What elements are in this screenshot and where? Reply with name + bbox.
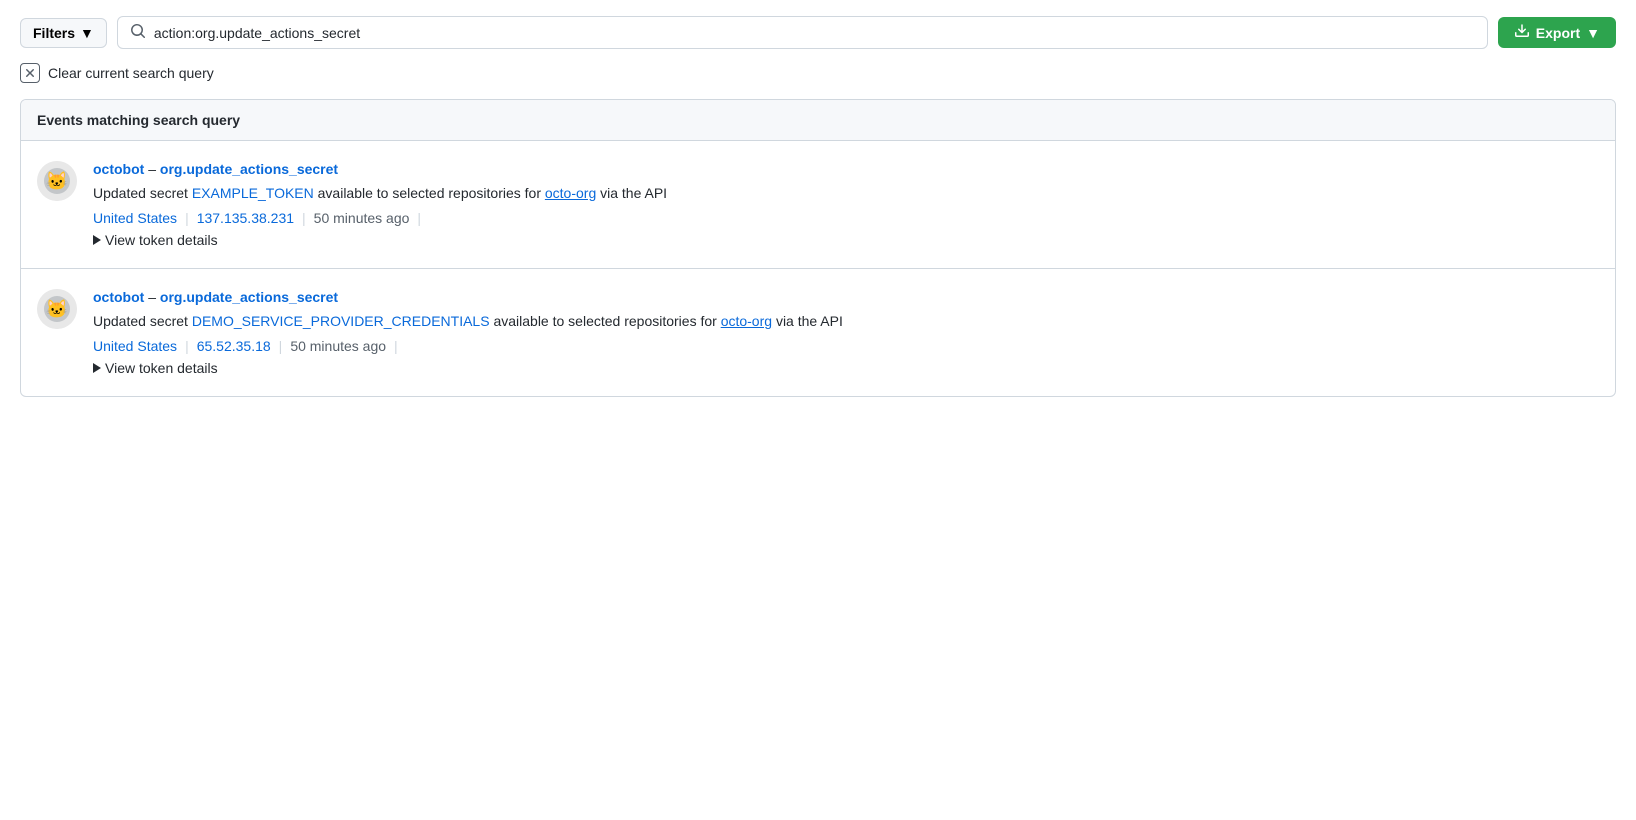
meta-separator-2: | xyxy=(302,210,306,226)
meta-separator-3: | xyxy=(417,210,421,226)
org-link[interactable]: octo-org xyxy=(721,313,772,329)
event-action-link[interactable]: org.update_actions_secret xyxy=(160,161,338,177)
event-user-link[interactable]: octobot xyxy=(93,161,144,177)
location-link[interactable]: United States xyxy=(93,210,177,226)
export-button[interactable]: Export ▼ xyxy=(1498,17,1616,48)
event-meta: United States | 137.135.38.231 | 50 minu… xyxy=(93,210,1599,226)
meta-separator-3: | xyxy=(394,338,398,354)
event-separator: – xyxy=(148,289,160,305)
filters-label: Filters xyxy=(33,25,75,41)
export-chevron-icon: ▼ xyxy=(1586,25,1600,41)
event-content: octobot – org.update_actions_secret Upda… xyxy=(93,161,1599,248)
view-token-button[interactable]: View token details xyxy=(93,360,218,376)
svg-text:🐱: 🐱 xyxy=(46,299,68,319)
toolbar: Filters ▼ Export ▼ xyxy=(20,16,1616,49)
chevron-down-icon: ▼ xyxy=(80,25,94,41)
event-description: Updated secret DEMO_SERVICE_PROVIDER_CRE… xyxy=(93,311,1599,332)
download-icon xyxy=(1514,23,1530,42)
clear-search-label: Clear current search query xyxy=(48,65,214,81)
view-token-label: View token details xyxy=(105,360,218,376)
export-label: Export xyxy=(1536,25,1580,41)
triangle-icon xyxy=(93,235,101,245)
results-header: Events matching search query xyxy=(21,100,1615,141)
view-token-label: View token details xyxy=(105,232,218,248)
event-row: 🐱 octobot – org.update_actions_secret Up… xyxy=(21,141,1615,269)
event-action-link[interactable]: org.update_actions_secret xyxy=(160,289,338,305)
secret-name: EXAMPLE_TOKEN xyxy=(192,185,314,201)
triangle-icon xyxy=(93,363,101,373)
view-token-button[interactable]: View token details xyxy=(93,232,218,248)
search-input[interactable] xyxy=(154,25,1475,41)
org-link[interactable]: octo-org xyxy=(545,185,596,201)
location-link[interactable]: United States xyxy=(93,338,177,354)
event-title: octobot – org.update_actions_secret xyxy=(93,289,1599,305)
event-time: 50 minutes ago xyxy=(290,338,386,354)
event-time: 50 minutes ago xyxy=(314,210,410,226)
event-meta: United States | 65.52.35.18 | 50 minutes… xyxy=(93,338,1599,354)
event-description: Updated secret EXAMPLE_TOKEN available t… xyxy=(93,183,1599,204)
secret-name: DEMO_SERVICE_PROVIDER_CREDENTIALS xyxy=(192,313,490,329)
avatar: 🐱 xyxy=(37,161,77,201)
avatar: 🐱 xyxy=(37,289,77,329)
search-bar xyxy=(117,16,1488,49)
event-user-link[interactable]: octobot xyxy=(93,289,144,305)
event-separator: – xyxy=(148,161,160,177)
event-title: octobot – org.update_actions_secret xyxy=(93,161,1599,177)
meta-separator: | xyxy=(185,338,189,354)
clear-search-row[interactable]: Clear current search query xyxy=(20,63,1616,83)
meta-separator: | xyxy=(185,210,189,226)
filters-button[interactable]: Filters ▼ xyxy=(20,18,107,48)
ip-link[interactable]: 137.135.38.231 xyxy=(197,210,294,226)
svg-text:🐱: 🐱 xyxy=(46,171,68,191)
clear-icon xyxy=(20,63,40,83)
ip-link[interactable]: 65.52.35.18 xyxy=(197,338,271,354)
search-icon xyxy=(130,23,146,42)
meta-separator-2: | xyxy=(279,338,283,354)
event-content: octobot – org.update_actions_secret Upda… xyxy=(93,289,1599,376)
event-row: 🐱 octobot – org.update_actions_secret Up… xyxy=(21,269,1615,396)
results-container: Events matching search query 🐱 octobot –… xyxy=(20,99,1616,397)
